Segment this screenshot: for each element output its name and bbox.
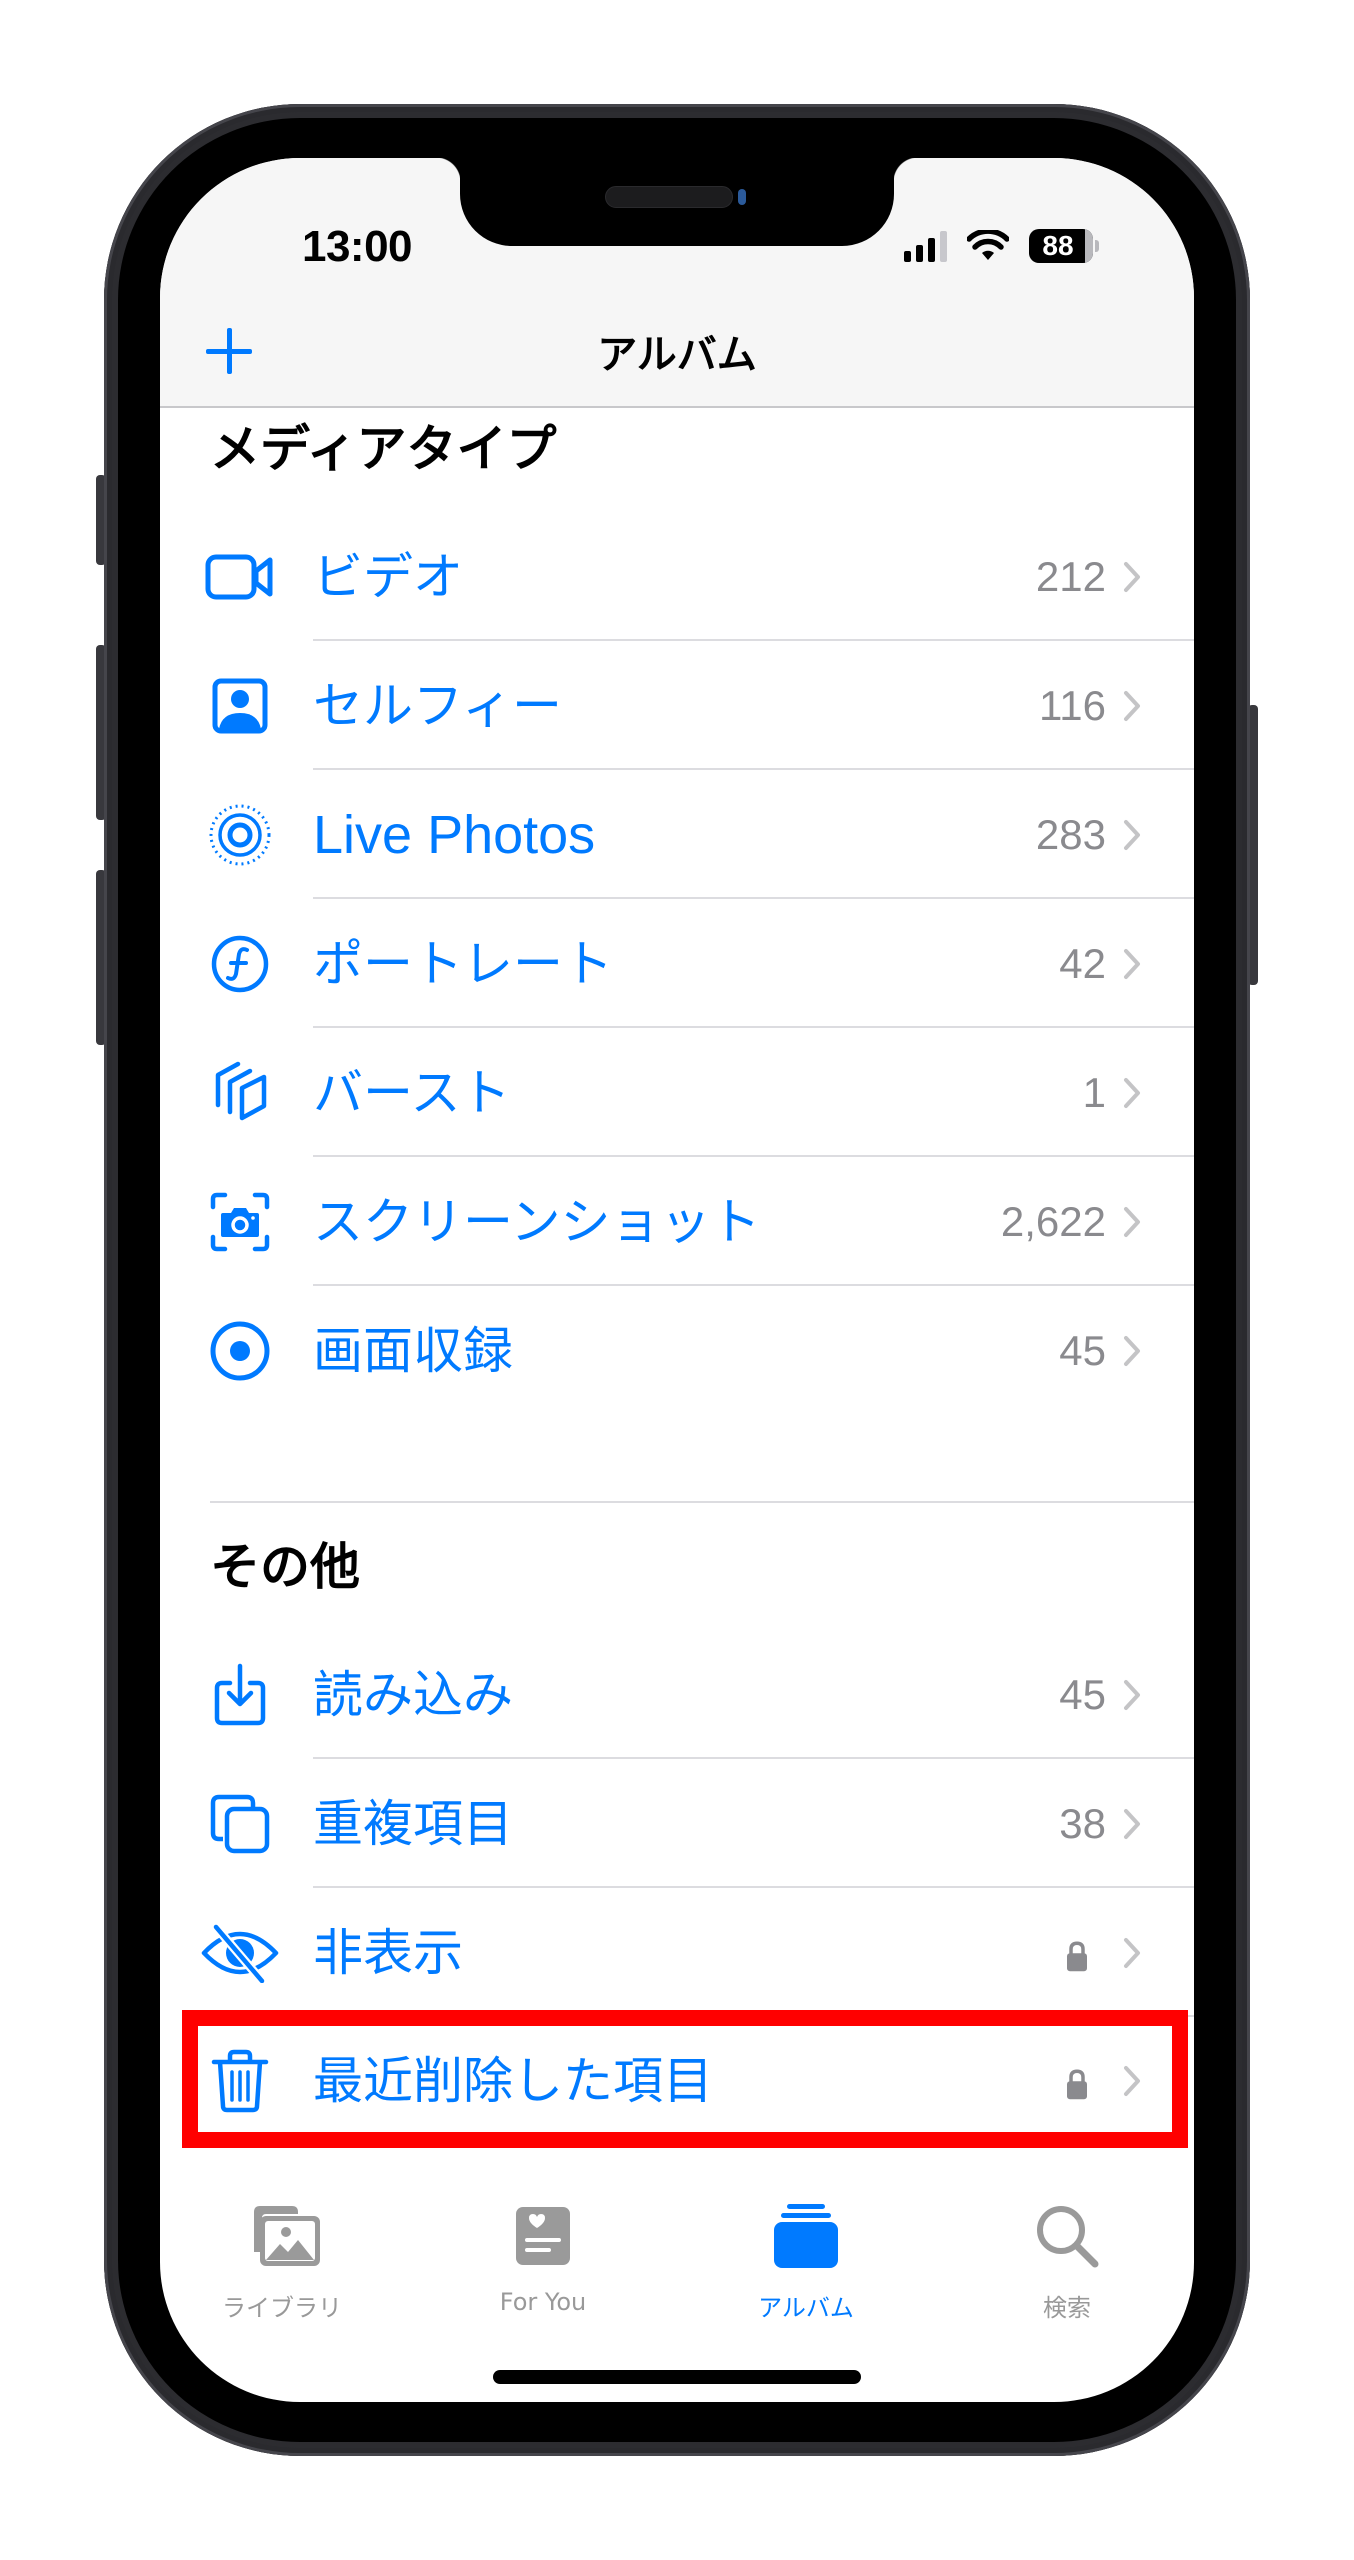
chevron-right-icon bbox=[1122, 689, 1142, 723]
album-row-video[interactable]: ビデオ 212 bbox=[160, 512, 1194, 641]
album-row-label: 画面収録 bbox=[313, 1321, 513, 1380]
section-title-other: その他 bbox=[210, 1538, 360, 1596]
portrait-icon bbox=[200, 924, 280, 1004]
tab-label: 検索 bbox=[1043, 2294, 1091, 2322]
chevron-right-icon bbox=[1122, 1205, 1142, 1239]
selfie-icon bbox=[200, 666, 280, 746]
section-title-media-types: メディアタイプ bbox=[210, 420, 557, 478]
album-row-label: スクリーンショット bbox=[313, 1192, 761, 1251]
album-row-label: 最近削除した項目 bbox=[313, 2051, 713, 2110]
album-row-trash[interactable]: 最近削除した項目 bbox=[160, 2016, 1194, 2145]
album-row-count: 212 bbox=[1035, 552, 1106, 600]
album-row-count: 38 bbox=[1059, 1799, 1106, 1847]
burst-icon bbox=[200, 1053, 280, 1133]
cellular-signal-icon bbox=[904, 230, 947, 262]
album-row-screenshot[interactable]: スクリーンショット 2,622 bbox=[160, 1157, 1194, 1286]
album-row-import[interactable]: 読み込み 45 bbox=[160, 1630, 1194, 1759]
chevron-right-icon bbox=[1122, 1807, 1142, 1841]
battery-level: 88 bbox=[1042, 230, 1074, 261]
video-icon bbox=[200, 537, 280, 617]
chevron-right-icon bbox=[1122, 2064, 1142, 2098]
section-divider bbox=[210, 1501, 1194, 1503]
live-photos-icon bbox=[200, 795, 280, 875]
notch bbox=[436, 158, 918, 246]
album-row-count: 116 bbox=[1039, 681, 1106, 729]
tab-library[interactable]: ライブラリ bbox=[182, 2198, 382, 2348]
album-row-label: セルフィー bbox=[313, 676, 562, 735]
album-row-screen-recording[interactable]: 画面収録 45 bbox=[160, 1286, 1194, 1415]
album-row-hidden[interactable]: 非表示 bbox=[160, 1888, 1194, 2017]
album-row-label: Live Photos bbox=[313, 804, 596, 865]
tab-label: ライブラリ bbox=[222, 2294, 342, 2322]
for-you-icon bbox=[503, 2198, 583, 2274]
tab-albums[interactable]: アルバム bbox=[706, 2198, 906, 2348]
album-row-label: 非表示 bbox=[313, 1923, 463, 1982]
album-row-count: 283 bbox=[1035, 810, 1106, 858]
album-row-label: バースト bbox=[313, 1063, 511, 1122]
chevron-right-icon bbox=[1122, 1076, 1142, 1110]
duplicate-icon bbox=[200, 1784, 280, 1864]
album-row-label: 読み込み bbox=[313, 1665, 513, 1724]
tab-label: アルバム bbox=[758, 2294, 854, 2322]
chevron-right-icon bbox=[1122, 1936, 1142, 1970]
chevron-right-icon bbox=[1122, 947, 1142, 981]
trash-icon bbox=[200, 2041, 280, 2121]
tab-label: For You bbox=[499, 2288, 587, 2316]
album-row-count: 42 bbox=[1059, 939, 1106, 987]
album-row-label: 重複項目 bbox=[313, 1794, 513, 1853]
lock-icon bbox=[1065, 2068, 1089, 2100]
battery-icon: 88 bbox=[1029, 229, 1093, 263]
chevron-right-icon bbox=[1122, 560, 1142, 594]
chevron-right-icon bbox=[1122, 1678, 1142, 1712]
home-indicator[interactable] bbox=[493, 2370, 861, 2384]
tab-for-you[interactable]: For You bbox=[443, 2198, 643, 2348]
album-row-count: 2,622 bbox=[1000, 1197, 1106, 1245]
albums-icon bbox=[766, 2198, 846, 2274]
screenshot-icon bbox=[200, 1182, 280, 1262]
album-row-label: ビデオ bbox=[313, 547, 463, 606]
album-row-portrait[interactable]: ポートレート 42 bbox=[160, 899, 1194, 1028]
album-row-label: ポートレート bbox=[313, 934, 613, 993]
library-icon bbox=[242, 2198, 322, 2274]
lock-icon bbox=[1065, 1940, 1089, 1972]
front-camera bbox=[738, 189, 746, 205]
phone-screen: 13:00 88 アルバム メディアタイプ ビデオ 212 セルフィー 116 Live… bbox=[160, 158, 1194, 2402]
chevron-right-icon bbox=[1122, 1334, 1142, 1368]
screen-recording-icon bbox=[200, 1311, 280, 1391]
album-row-count: 45 bbox=[1059, 1670, 1106, 1718]
battery-cap bbox=[1095, 240, 1099, 252]
hidden-icon bbox=[200, 1913, 280, 1993]
import-icon bbox=[200, 1655, 280, 1735]
page-title: アルバム bbox=[597, 332, 757, 378]
album-row-selfie[interactable]: セルフィー 116 bbox=[160, 641, 1194, 770]
tab-search[interactable]: 検索 bbox=[967, 2198, 1167, 2348]
album-row-count: 1 bbox=[1082, 1068, 1106, 1116]
album-row-live-photos[interactable]: Live Photos 283 bbox=[160, 770, 1194, 899]
search-icon bbox=[1027, 2198, 1107, 2274]
album-row-duplicate[interactable]: 重複項目 38 bbox=[160, 1759, 1194, 1888]
status-icons: 88 bbox=[904, 226, 1099, 266]
chevron-right-icon bbox=[1122, 818, 1142, 852]
album-row-count: 45 bbox=[1059, 1326, 1106, 1374]
status-time: 13:00 bbox=[301, 222, 413, 271]
wifi-icon bbox=[967, 230, 1009, 260]
album-row-burst[interactable]: バースト 1 bbox=[160, 1028, 1194, 1157]
earpiece-speaker bbox=[605, 186, 733, 208]
